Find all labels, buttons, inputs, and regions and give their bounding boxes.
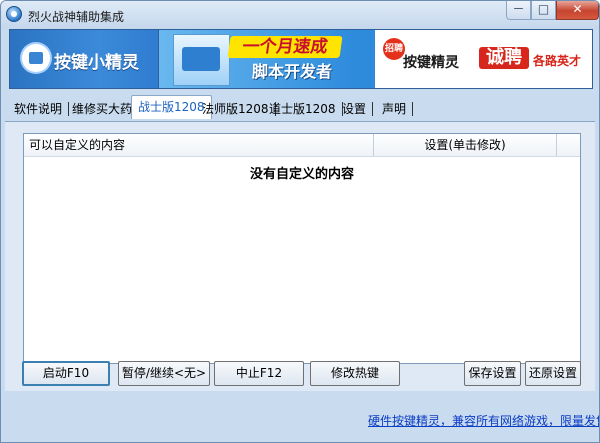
home-logo-icon bbox=[22, 44, 50, 72]
list-header: 可以自定义的内容 设置(单击修改) bbox=[24, 134, 580, 157]
hiring-title: 诚聘 bbox=[479, 47, 529, 69]
hiring-badge: 招聘 bbox=[383, 38, 405, 60]
logo-text: 按键小精灵 bbox=[54, 53, 139, 73]
minimize-button[interactable]: － bbox=[506, 1, 531, 20]
close-button[interactable]: ✕ bbox=[556, 1, 599, 20]
product-box-image bbox=[173, 34, 230, 86]
maximize-button[interactable]: □ bbox=[531, 1, 556, 20]
start-button[interactable]: 启动F10 bbox=[22, 361, 110, 386]
hiring-ad: 招聘 按键精灵 诚聘 各路英才 bbox=[375, 30, 592, 88]
hiring-subtitle: 各路英才 bbox=[533, 54, 582, 68]
tab-content: 可以自定义的内容 设置(单击修改) 没有自定义的内容 启动F10 暂停/继续<无… bbox=[5, 121, 595, 391]
tab-taoist[interactable]: 道士版1208 bbox=[263, 102, 343, 116]
tab-repair-potions[interactable]: 维修买大药 bbox=[66, 102, 140, 116]
hardware-ad-link[interactable]: 硬件按键精灵，兼容所有网络游戏，限量发售 bbox=[368, 412, 599, 429]
ad-banner[interactable]: 一个月速成 脚本开发者 招聘 按键精灵 诚聘 各路英才 bbox=[159, 29, 593, 89]
ad-subheadline: 脚本开发者 bbox=[251, 62, 332, 81]
title-bar[interactable]: 烈火战神辅助集成 － □ ✕ bbox=[1, 1, 599, 29]
pause-button[interactable]: 暂停/继续<无> bbox=[118, 361, 210, 386]
app-icon bbox=[6, 6, 22, 22]
tab-software-info[interactable]: 软件说明 bbox=[8, 102, 70, 116]
custom-content-list[interactable]: 可以自定义的内容 设置(单击修改) 没有自定义的内容 bbox=[23, 133, 581, 364]
tab-settings[interactable]: 设置 bbox=[336, 102, 374, 116]
column-header-content[interactable]: 可以自定义的内容 bbox=[24, 134, 374, 156]
tab-statement[interactable]: 声明 bbox=[376, 102, 414, 116]
hiring-brand: 按键精灵 bbox=[403, 55, 459, 71]
column-header-setting[interactable]: 设置(单击修改) bbox=[374, 134, 557, 156]
window-title: 烈火战神辅助集成 bbox=[28, 10, 125, 24]
save-settings-button[interactable]: 保存设置 bbox=[464, 361, 521, 386]
empty-list-message: 没有自定义的内容 bbox=[249, 167, 354, 182]
app-window: 烈火战神辅助集成 － □ ✕ 按键小精灵 一个月速成 脚本开发者 招聘 按键精灵… bbox=[0, 0, 600, 443]
change-hotkey-button[interactable]: 修改热键 bbox=[310, 361, 400, 386]
logo-banner[interactable]: 按键小精灵 bbox=[9, 29, 159, 89]
restore-settings-button[interactable]: 还原设置 bbox=[525, 361, 581, 386]
stop-button[interactable]: 中止F12 bbox=[214, 361, 304, 386]
ad-headline: 一个月速成 bbox=[227, 36, 343, 58]
